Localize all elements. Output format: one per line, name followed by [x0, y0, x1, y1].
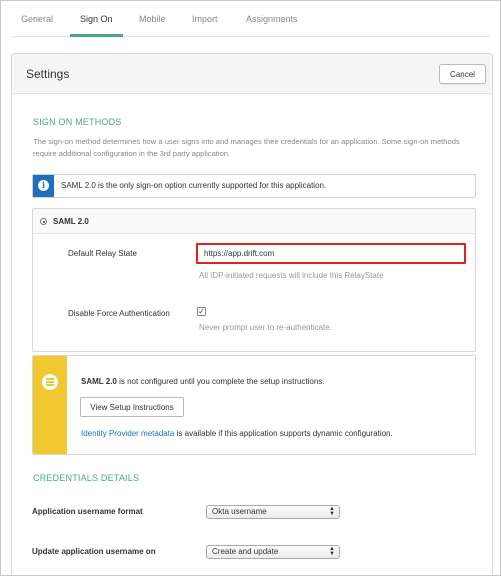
info-callout: i SAML 2.0 is the only sign-on option cu…: [32, 174, 476, 198]
settings-header: Settings Cancel: [12, 54, 492, 94]
tab-sign-on[interactable]: Sign On: [70, 14, 122, 37]
relay-state-hint: All IDP-initiated requests will include …: [199, 271, 384, 280]
info-icon: i: [38, 180, 49, 191]
tab-bar: General Sign On Mobile Import Assignment…: [11, 1, 490, 37]
warning-rest: is not configured until you complete the…: [116, 377, 325, 386]
credentials-heading: CREDENTIALS DETAILS: [33, 473, 140, 483]
warning-text: SAML 2.0 is not configured until you com…: [81, 377, 325, 386]
saml-option-box: SAML 2.0 Default Relay State All IDP-ini…: [32, 208, 476, 352]
info-text: SAML 2.0 is the only sign-on option curr…: [61, 181, 327, 190]
view-setup-instructions-button[interactable]: View Setup Instructions: [80, 397, 184, 417]
info-strip: i: [33, 175, 54, 197]
tab-mobile[interactable]: Mobile: [139, 14, 166, 37]
update-on-label: Update application username on: [32, 547, 156, 556]
username-format-select[interactable]: Okta username ▲ ▼: [206, 505, 340, 519]
tab-assignments[interactable]: Assignments: [246, 14, 298, 37]
update-on-select[interactable]: Create and update ▲ ▼: [206, 545, 340, 559]
list-icon: [42, 374, 58, 390]
settings-title: Settings: [26, 67, 70, 81]
username-format-value: Okta username: [212, 507, 267, 516]
force-auth-hint: Never prompt user to re-authenticate.: [199, 323, 332, 332]
username-format-label: Application username format: [32, 507, 143, 516]
metadata-suffix: is available if this application support…: [174, 429, 393, 438]
app-settings-frame: General Sign On Mobile Import Assignment…: [0, 0, 501, 576]
saml-radio[interactable]: [40, 218, 47, 225]
tab-import[interactable]: Import: [192, 14, 218, 37]
warning-strip: [33, 356, 67, 454]
force-auth-label: Disable Force Authentication: [68, 309, 170, 318]
idp-metadata-link[interactable]: Identity Provider metadata: [81, 429, 174, 438]
relay-state-input[interactable]: [196, 243, 466, 264]
setup-warning-callout: SAML 2.0 is not configured until you com…: [32, 355, 476, 455]
relay-state-label: Default Relay State: [68, 249, 137, 258]
update-on-value: Create and update: [212, 547, 279, 556]
saml-option-header: SAML 2.0: [33, 209, 475, 234]
sign-on-methods-heading: SIGN ON METHODS: [33, 117, 122, 127]
select-arrows-icon: ▲ ▼: [329, 506, 335, 517]
select-arrows-icon: ▲ ▼: [329, 546, 335, 557]
cancel-button[interactable]: Cancel: [439, 64, 486, 84]
saml-radio-label: SAML 2.0: [53, 217, 89, 226]
metadata-line: Identity Provider metadata is available …: [81, 429, 393, 438]
warning-bold: SAML 2.0: [81, 377, 117, 386]
tab-general[interactable]: General: [21, 14, 53, 37]
sign-on-methods-description: The sign-on method determines how a user…: [33, 137, 460, 158]
settings-panel: Settings Cancel SIGN ON METHODS The sign…: [11, 53, 493, 575]
force-auth-checkbox[interactable]: ✓: [197, 307, 206, 316]
